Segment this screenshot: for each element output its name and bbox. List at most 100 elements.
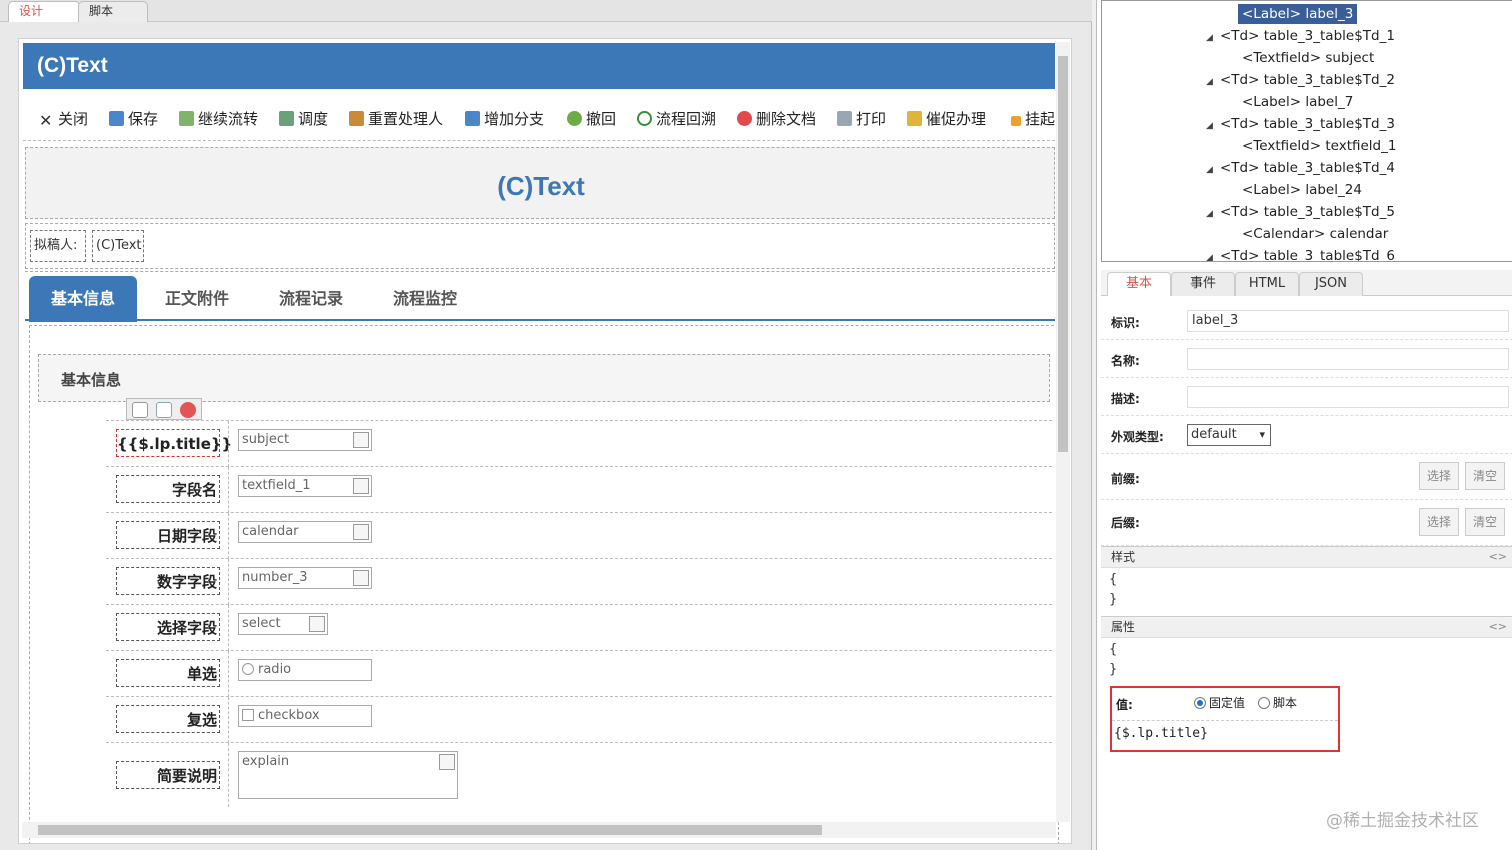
urge-button[interactable]: 催促办理 [907, 108, 986, 130]
tree-node[interactable]: <Calendar> calendar [1242, 224, 1388, 244]
radio-input[interactable]: radio [238, 659, 372, 681]
suspend-button[interactable]: 挂起 [1011, 108, 1055, 130]
pause-icon [1011, 116, 1021, 126]
tree-node[interactable]: <Textfield> textfield_1 [1242, 136, 1396, 156]
select-input[interactable]: select [238, 613, 328, 635]
appearance-value: default [1191, 427, 1237, 442]
id-label: 标识: [1111, 316, 1140, 330]
dispatch-button[interactable]: 调度 [279, 108, 328, 130]
scroll-thumb[interactable] [1058, 56, 1068, 452]
radio-fixed-value[interactable]: 固定值 [1194, 694, 1245, 711]
tree-node[interactable]: ◢ <Td> table_3_table$Td_2 [1206, 70, 1395, 90]
code-toggle-icon[interactable]: <> [1489, 617, 1507, 637]
prop-row-id: 标识: label_3 [1101, 304, 1512, 340]
tab-json[interactable]: JSON [1299, 272, 1363, 296]
attr-section-header[interactable]: 属性 <> [1101, 616, 1512, 638]
field-label[interactable]: 选择字段 [116, 613, 220, 641]
tab-basic-info[interactable]: 基本信息 [29, 276, 137, 322]
vertical-scrollbar[interactable] [1056, 42, 1070, 822]
field-row: 简要说明 explain [106, 742, 1052, 807]
expand-arrow-icon[interactable]: ◢ [1206, 28, 1220, 48]
withdraw-button[interactable]: 撤回 [567, 108, 616, 130]
tab-html[interactable]: HTML [1235, 272, 1299, 296]
code-toggle-icon[interactable]: <> [1489, 547, 1507, 567]
edit-icon [353, 478, 369, 494]
horizontal-scrollbar[interactable] [22, 822, 1056, 838]
tree-node[interactable]: ◢ <Td> table_3_table$Td_5 [1206, 202, 1395, 222]
field-label[interactable]: 简要说明 [116, 761, 220, 789]
form-big-title: (C)Text [497, 171, 585, 201]
expand-arrow-icon[interactable]: ◢ [1206, 160, 1220, 180]
style-section-header[interactable]: 样式 <> [1101, 546, 1512, 568]
move-icon[interactable] [132, 402, 148, 418]
tree-node[interactable]: <Label> label_24 [1242, 180, 1362, 200]
flow-trace-button[interactable]: 流程回溯 [637, 108, 716, 130]
prefix-label: 前缀: [1111, 472, 1140, 486]
reset-handler-button[interactable]: 重置处理人 [349, 108, 443, 130]
tab-attachments[interactable]: 正文附件 [143, 276, 251, 322]
form-canvas: (C)Text ✕ 关闭 保存 继续流转 调度 重置处理人 增加分支 撤回 流程回… [18, 38, 1072, 844]
tree-node[interactable]: <Textfield> subject [1242, 48, 1374, 68]
tab-flow-monitor[interactable]: 流程监控 [371, 276, 479, 322]
expand-arrow-icon[interactable]: ◢ [1206, 72, 1220, 92]
save-label: 保存 [128, 110, 159, 128]
tree-node[interactable]: ◢ <Td> table_3_table$Td_6 [1206, 246, 1395, 261]
field-label-selected[interactable]: {{$.lp.title}} [116, 429, 232, 457]
scroll-thumb[interactable] [38, 825, 822, 835]
value-highlight-box: 值: 固定值 脚本 {$.lp.title} [1110, 686, 1340, 752]
expand-arrow-icon[interactable]: ◢ [1206, 204, 1220, 224]
field-label[interactable]: 单选 [116, 659, 220, 687]
checkbox-input[interactable]: checkbox [238, 705, 372, 727]
tab-script[interactable]: 脚本 [78, 1, 148, 22]
expand-arrow-icon[interactable]: ◢ [1206, 248, 1220, 261]
suffix-choose-button[interactable]: 选择 [1419, 508, 1459, 536]
save-button[interactable]: 保存 [109, 108, 158, 130]
tab-events[interactable]: 事件 [1171, 272, 1235, 296]
tab-design[interactable]: 设计 [8, 1, 80, 22]
radio-script[interactable]: 脚本 [1258, 694, 1297, 711]
value-editor[interactable]: {$.lp.title} [1114, 726, 1208, 741]
expand-arrow-icon[interactable]: ◢ [1206, 116, 1220, 136]
remove-icon[interactable] [180, 402, 196, 418]
tab-basic[interactable]: 基本 [1107, 272, 1171, 296]
explain-textarea[interactable]: explain [238, 751, 458, 799]
draft-label[interactable]: 拟稿人: [30, 230, 86, 262]
textfield-input[interactable]: textfield_1 [238, 475, 372, 497]
close-button[interactable]: ✕ 关闭 [39, 108, 88, 130]
draft-value[interactable]: (C)Text [92, 230, 144, 262]
cell-divider [228, 651, 229, 697]
prefix-clear-button[interactable]: 清空 [1465, 462, 1505, 490]
watermark: @稀土掘金技术社区 [1326, 811, 1479, 831]
undo-icon [567, 111, 582, 126]
calendar-input[interactable]: calendar [238, 521, 372, 543]
style-header-label: 样式 [1111, 550, 1136, 564]
desc-input[interactable] [1187, 386, 1509, 408]
appearance-select[interactable]: default ▾ [1187, 424, 1271, 446]
id-input[interactable]: label_3 [1187, 310, 1509, 332]
name-input[interactable] [1187, 348, 1509, 370]
continue-flow-button[interactable]: 继续流转 [179, 108, 258, 130]
dispatch-label: 调度 [298, 110, 329, 128]
subject-input[interactable]: subject [238, 429, 372, 451]
copy-icon[interactable] [156, 402, 172, 418]
tab-flow-records[interactable]: 流程记录 [257, 276, 365, 322]
field-label[interactable]: 数字字段 [116, 567, 220, 595]
reset-handler-label: 重置处理人 [368, 110, 444, 128]
field-label[interactable]: 复选 [116, 705, 220, 733]
tree-node[interactable]: <Label> label_7 [1242, 92, 1353, 112]
tree-node[interactable]: ◢ <Td> table_3_table$Td_4 [1206, 158, 1395, 178]
tree-node[interactable]: ◢ <Td> table_3_table$Td_1 [1206, 26, 1395, 46]
suffix-clear-button[interactable]: 清空 [1465, 508, 1505, 536]
field-label[interactable]: 字段名 [116, 475, 220, 503]
suspend-label: 挂起 [1025, 110, 1055, 128]
prefix-choose-button[interactable]: 选择 [1419, 462, 1459, 490]
tree-node-selected[interactable]: <Label> label_3 [1238, 4, 1358, 24]
tree-node[interactable]: ◢ <Td> table_3_table$Td_3 [1206, 114, 1395, 134]
cell-divider [228, 743, 229, 807]
number-input[interactable]: number_3 [238, 567, 372, 589]
print-button[interactable]: 打印 [837, 108, 886, 130]
document-forward-icon [179, 111, 194, 126]
field-label[interactable]: 日期字段 [116, 521, 220, 549]
delete-document-button[interactable]: 删除文档 [737, 108, 816, 130]
add-branch-button[interactable]: 增加分支 [465, 108, 544, 130]
